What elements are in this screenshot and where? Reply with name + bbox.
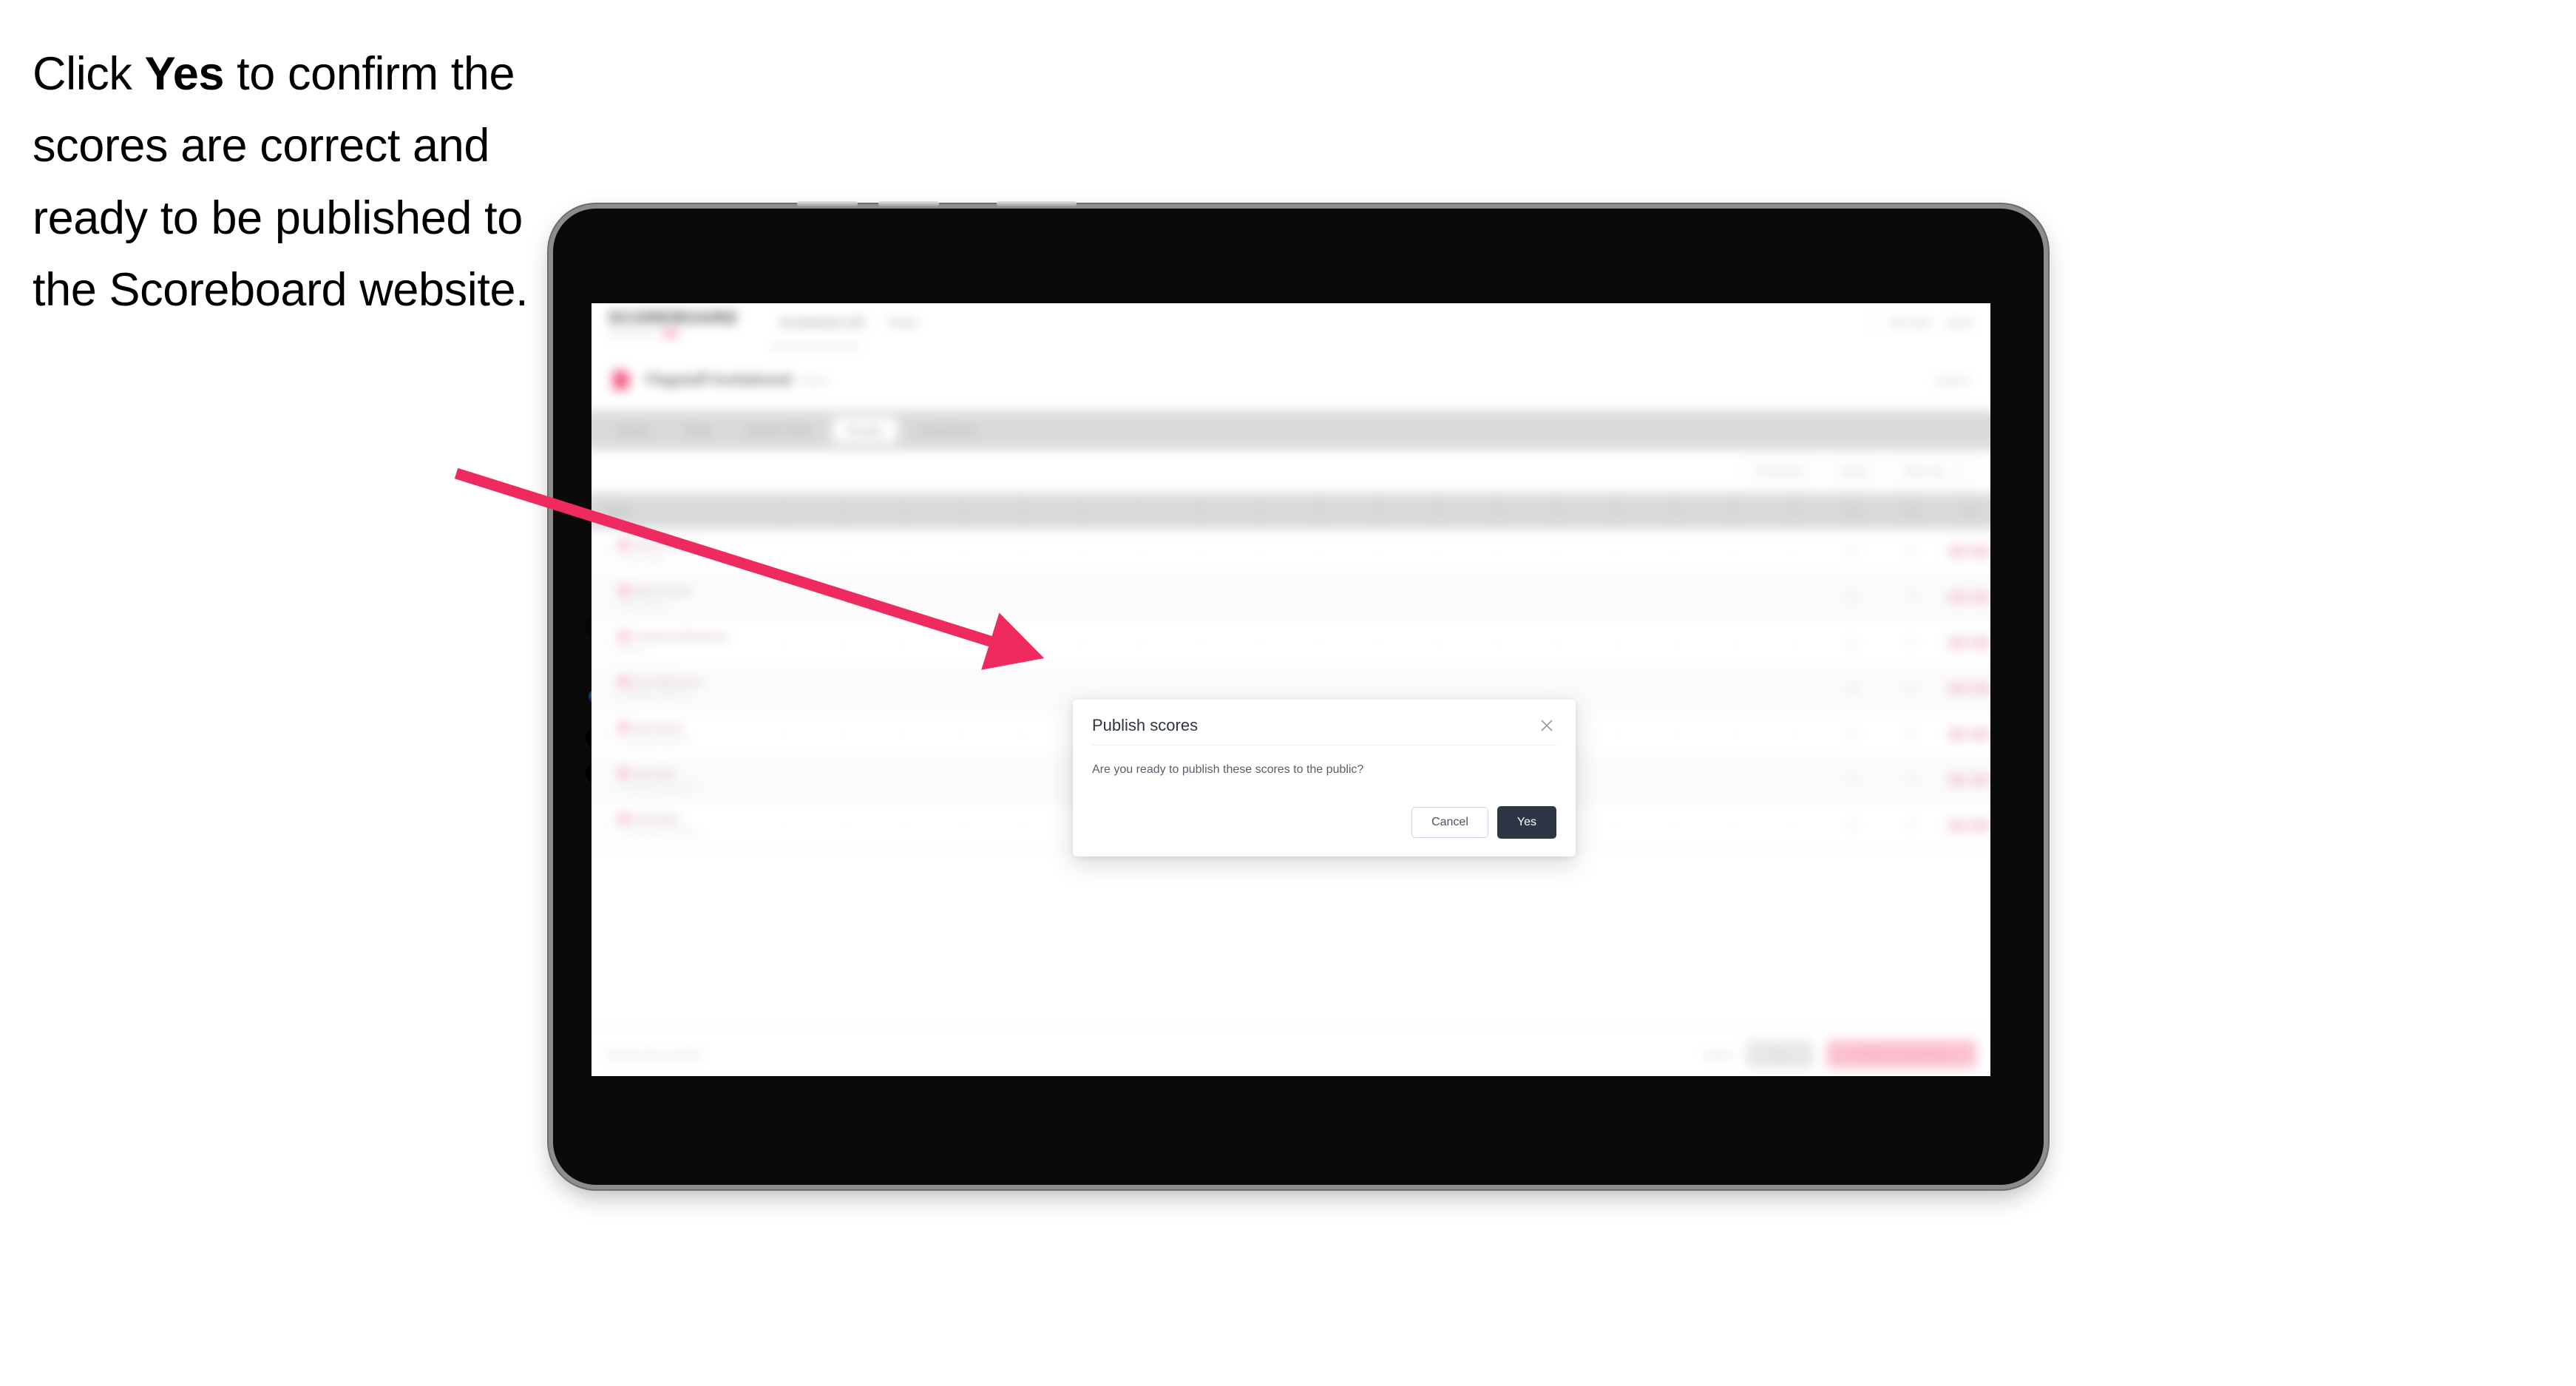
volume-up-button[interactable] xyxy=(797,201,858,206)
tablet-device: SCOREBOARD POWERED BY Scoreboard LIVE Pa… xyxy=(549,201,2048,1189)
dialog-titlebar: Publish scores xyxy=(1092,700,1556,746)
power-button[interactable] xyxy=(997,201,1077,206)
dialog-title: Publish scores xyxy=(1092,716,1199,734)
volume-down-button[interactable] xyxy=(878,201,939,206)
tablet-screen: SCOREBOARD POWERED BY Scoreboard LIVE Pa… xyxy=(592,303,1990,1076)
modal-scrim[interactable] xyxy=(592,303,1990,1076)
cancel-button[interactable]: Cancel xyxy=(1411,807,1488,838)
dialog-actions: Cancel Yes xyxy=(1411,806,1556,839)
instruction-caption: Click Yes to confirm the scores are corr… xyxy=(33,38,580,326)
publish-scores-dialog: Publish scores Are you ready to publish … xyxy=(1073,700,1576,856)
dialog-body-text: Are you ready to publish these scores to… xyxy=(1092,763,1364,776)
caption-text-before: Click xyxy=(33,48,145,100)
caption-emphasis: Yes xyxy=(144,48,225,100)
yes-button[interactable]: Yes xyxy=(1497,806,1556,839)
close-icon[interactable] xyxy=(1537,716,1556,735)
